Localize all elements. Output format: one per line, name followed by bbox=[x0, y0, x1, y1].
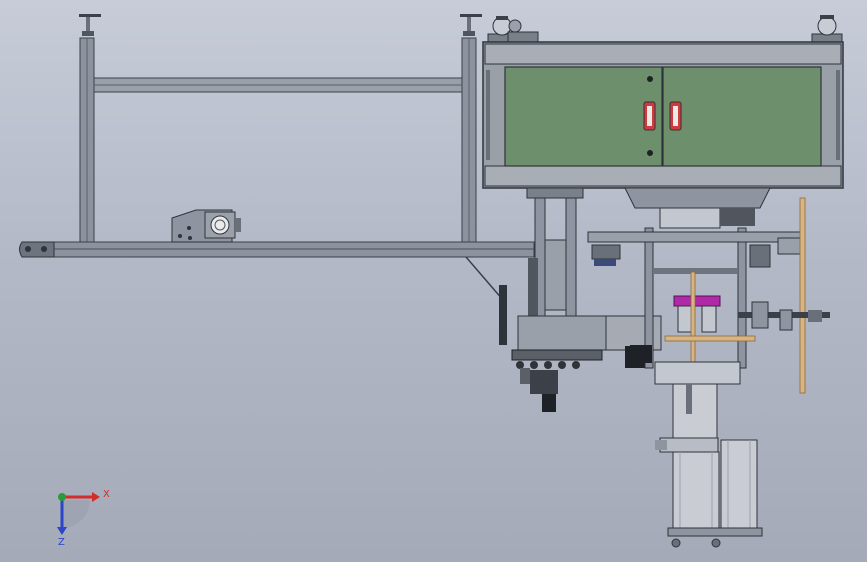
z-axis-label: Z bbox=[58, 537, 65, 548]
gantry-frame bbox=[19, 14, 535, 301]
tan-rod-horizontal bbox=[664, 335, 756, 342]
door-handle-left bbox=[643, 101, 656, 131]
leveling-foot-left bbox=[79, 14, 101, 36]
magenta-fixture bbox=[673, 295, 721, 307]
cabinet-top-foot-mid bbox=[507, 19, 539, 43]
rail-end-cap bbox=[19, 241, 55, 258]
y-axis-dot bbox=[58, 493, 66, 501]
control-cabinet bbox=[482, 15, 844, 189]
x-axis-label: X bbox=[103, 489, 110, 500]
pneumatic-cylinders bbox=[655, 383, 763, 548]
leveling-foot-mid bbox=[460, 14, 482, 36]
tan-rod-vertical bbox=[799, 197, 806, 394]
machine-assembly-drawing: X Z bbox=[19, 14, 844, 548]
cad-viewport[interactable]: X Z bbox=[0, 0, 867, 562]
rail-carriage bbox=[171, 209, 241, 243]
diagonal-brace bbox=[465, 256, 504, 301]
cabinet-door-right bbox=[662, 66, 822, 167]
z-axis-column bbox=[499, 187, 662, 368]
gripper-chain bbox=[511, 349, 603, 412]
cylinder-right bbox=[720, 439, 758, 531]
cabinet-door-left bbox=[504, 66, 663, 167]
axis-triad: X Z bbox=[57, 489, 110, 548]
door-handle-right bbox=[669, 101, 682, 131]
servo-motor bbox=[204, 211, 241, 239]
cabinet-top-foot-right bbox=[811, 15, 843, 43]
central-mechanism bbox=[587, 187, 830, 394]
